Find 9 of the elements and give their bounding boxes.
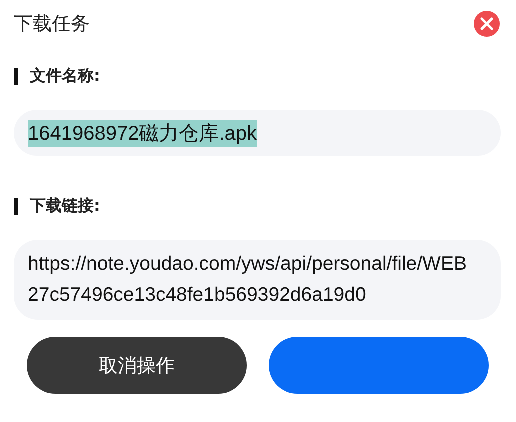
cancel-button[interactable]: 取消操作 [27, 337, 247, 394]
file-name-text: 1641968972磁力仓库.apk [28, 120, 258, 146]
close-icon[interactable] [474, 11, 500, 37]
dialog-title: 下载任务 [14, 12, 90, 37]
file-name-field[interactable]: 1641968972磁力仓库.apk [14, 110, 501, 156]
download-link-field[interactable]: https://note.youdao.com/yws/api/personal/file/WEB27c57496ce13c48fe1b569392d6a19d0 [14, 240, 501, 320]
field-label: 下载链接: [30, 196, 100, 217]
link-text: https://note.youdao.com/yws/api/personal/file/WEB27c57496ce13c48fe1b569392d6a19d0 [28, 252, 468, 308]
field-label: 文件名称: [30, 66, 100, 87]
